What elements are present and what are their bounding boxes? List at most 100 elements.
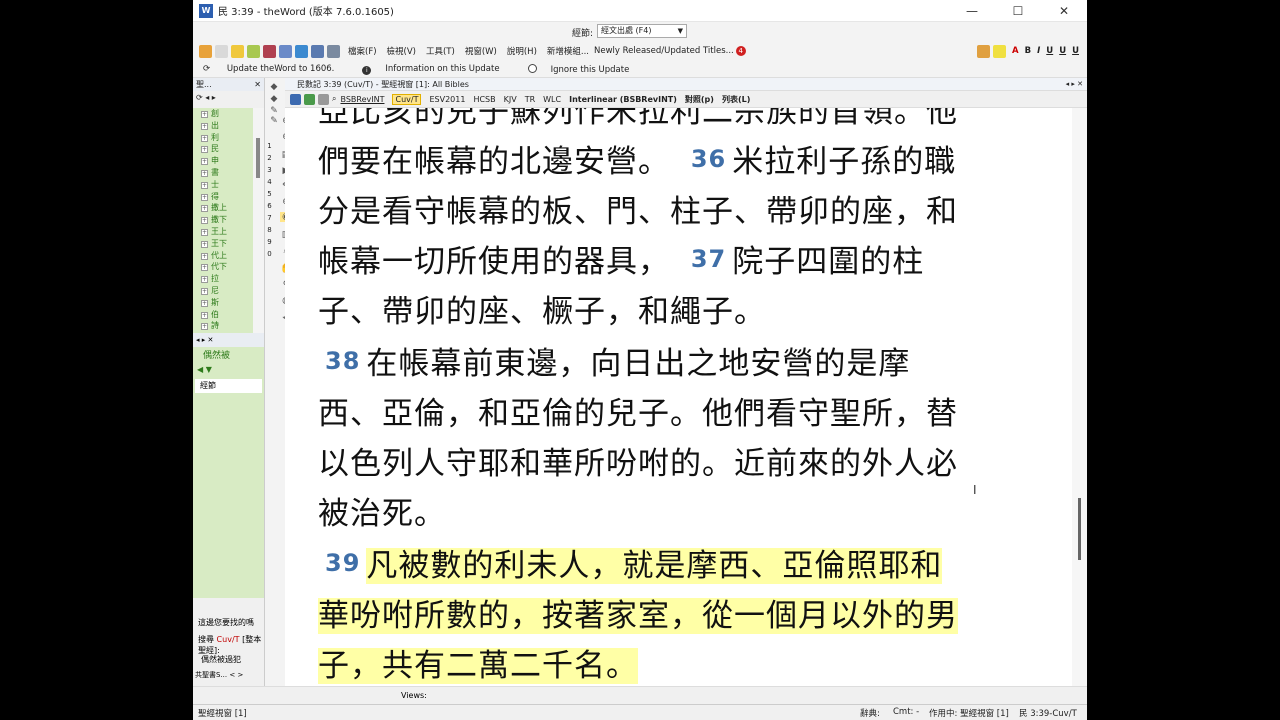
- pin-icon-2[interactable]: ◆: [268, 94, 280, 104]
- version-tab-esv2011[interactable]: ESV2011: [429, 95, 465, 104]
- verse-number-36[interactable]: 36: [691, 145, 726, 173]
- library-icon[interactable]: [199, 44, 212, 58]
- book-tree-item[interactable]: + 斯: [193, 297, 253, 309]
- close-button[interactable]: ✕: [1041, 0, 1087, 22]
- book-tree-item[interactable]: + 創: [193, 108, 253, 120]
- bible-icon[interactable]: [290, 93, 301, 105]
- expand-icon[interactable]: +: [201, 252, 208, 260]
- expand-icon[interactable]: +: [201, 158, 208, 166]
- version-tab-kjv[interactable]: KJV: [504, 95, 517, 104]
- tab-next-button[interactable]: >: [237, 671, 243, 679]
- scroll-thumb[interactable]: [256, 138, 260, 178]
- expand-icon[interactable]: +: [201, 299, 208, 307]
- strip-number[interactable]: 1: [265, 140, 274, 152]
- strip-number[interactable]: 3: [265, 164, 274, 176]
- book-icon[interactable]: [263, 44, 276, 58]
- strip-number[interactable]: 7: [265, 212, 274, 224]
- book-tree-item[interactable]: + 撒上: [193, 202, 253, 214]
- expand-icon[interactable]: +: [201, 276, 208, 284]
- search-panel-controls[interactable]: ◂ ▸ ✕: [196, 336, 213, 344]
- verse-number-39[interactable]: 39: [325, 549, 360, 577]
- book-tree-item[interactable]: + 尼: [193, 285, 253, 297]
- strip-number[interactable]: 9: [265, 236, 274, 248]
- search-icon[interactable]: ⌕: [332, 94, 336, 104]
- expand-icon[interactable]: +: [201, 122, 208, 130]
- marker-icon[interactable]: [993, 44, 1007, 58]
- reference-select[interactable]: 經文出處 (F4) ▼: [597, 24, 687, 38]
- book-tree-item[interactable]: + 代上: [193, 250, 253, 262]
- expand-icon[interactable]: +: [201, 228, 208, 236]
- strip-number[interactable]: 2: [265, 152, 274, 164]
- book-list-scrollbar[interactable]: [253, 108, 264, 334]
- list-tab[interactable]: 列表(L): [722, 94, 750, 105]
- menu-tools[interactable]: 工具(T): [426, 45, 455, 57]
- font-color-button[interactable]: A: [1012, 46, 1019, 56]
- verse-number-37[interactable]: 37: [691, 245, 726, 273]
- bible-text-area[interactable]: 亞比亥的兒子蘇列作米拉利二宗族的首領。他 們要在帳幕的北邊安營。 36 米拉利子孫…: [285, 108, 1072, 686]
- bible-text-scrollbar[interactable]: [1072, 108, 1087, 686]
- search-results-tab[interactable]: 經節: [195, 379, 262, 393]
- book-tree-item[interactable]: + 申: [193, 155, 253, 167]
- italic-button[interactable]: I: [1037, 46, 1040, 56]
- ignore-update-link[interactable]: Ignore this Update: [527, 63, 644, 75]
- pin-icon[interactable]: ◆: [268, 82, 280, 92]
- expand-icon[interactable]: +: [201, 264, 208, 272]
- strip-number[interactable]: 8: [265, 224, 274, 236]
- view-icon[interactable]: [318, 93, 329, 105]
- sync-icon[interactable]: [295, 44, 308, 58]
- bookmark-icon[interactable]: [247, 44, 260, 58]
- search-nav[interactable]: ◀ ▼: [193, 365, 264, 379]
- tab-prev-button[interactable]: <: [229, 671, 235, 679]
- book-tree-item[interactable]: + 撒下: [193, 214, 253, 226]
- update-link[interactable]: ⟳ Update theWord to 1606.: [203, 64, 348, 74]
- arrange-icon[interactable]: [311, 44, 324, 58]
- expand-icon[interactable]: +: [201, 323, 208, 331]
- notes-icon[interactable]: [231, 44, 244, 58]
- left-tab-label[interactable]: 共聖書S...: [195, 671, 227, 679]
- book-tree-item[interactable]: + 利: [193, 132, 253, 144]
- new-modules-link[interactable]: 新增模組...: [547, 45, 589, 57]
- expand-icon[interactable]: +: [201, 134, 208, 142]
- book-tree-item[interactable]: + 出: [193, 120, 253, 132]
- refresh-icon[interactable]: ⟳ ◂ ▸: [196, 93, 216, 102]
- expand-icon[interactable]: +: [201, 181, 208, 189]
- expand-icon[interactable]: +: [201, 240, 208, 248]
- version-tab-cuvt[interactable]: Cuv/T: [392, 93, 422, 105]
- update-info-link[interactable]: i Information on this Update: [362, 64, 513, 75]
- expand-icon[interactable]: +: [201, 146, 208, 154]
- menu-window[interactable]: 視窗(W): [465, 45, 497, 57]
- book-tree-item[interactable]: + 士: [193, 179, 253, 191]
- book-tree-item[interactable]: + 王下: [193, 238, 253, 250]
- version-tab-wlc[interactable]: WLC: [543, 95, 561, 104]
- strip-number[interactable]: 6: [265, 200, 274, 212]
- tile-icon[interactable]: [327, 44, 340, 58]
- window-controls[interactable]: ◂ ▸ ✕: [1066, 78, 1083, 91]
- book-tree-item[interactable]: + 代下: [193, 261, 253, 273]
- search-input[interactable]: 偶然被: [195, 348, 262, 364]
- maximize-button[interactable]: ☐: [995, 0, 1041, 22]
- book-tree-item[interactable]: + 拉: [193, 273, 253, 285]
- book-tree-item[interactable]: + 王上: [193, 226, 253, 238]
- menu-help[interactable]: 說明(H): [507, 45, 537, 57]
- layout-icon[interactable]: [304, 93, 315, 105]
- app-icon[interactable]: W: [199, 3, 213, 18]
- expand-icon[interactable]: +: [201, 193, 208, 201]
- underline-style-button[interactable]: U: [1059, 46, 1066, 56]
- bold-button[interactable]: B: [1025, 46, 1031, 56]
- minimize-button[interactable]: —: [949, 0, 995, 22]
- menu-file[interactable]: 檔案(F): [348, 45, 377, 57]
- highlight-icon[interactable]: [977, 44, 991, 58]
- underline-button[interactable]: U: [1046, 46, 1053, 56]
- left-tabs[interactable]: 共聖書S... < >: [195, 670, 243, 680]
- expand-icon[interactable]: +: [201, 111, 208, 118]
- scroll-thumb[interactable]: [1078, 498, 1081, 560]
- underline-color-button[interactable]: U: [1072, 46, 1079, 56]
- expand-icon[interactable]: +: [201, 287, 208, 295]
- version-tab-tr[interactable]: TR: [525, 95, 535, 104]
- book-tree-item[interactable]: + 伯: [193, 309, 253, 321]
- expand-icon[interactable]: +: [201, 311, 208, 319]
- expand-icon[interactable]: +: [201, 217, 208, 225]
- copy-icon[interactable]: [215, 44, 228, 58]
- strip-number[interactable]: 0: [265, 248, 274, 260]
- book-tree-item[interactable]: + 民: [193, 143, 253, 155]
